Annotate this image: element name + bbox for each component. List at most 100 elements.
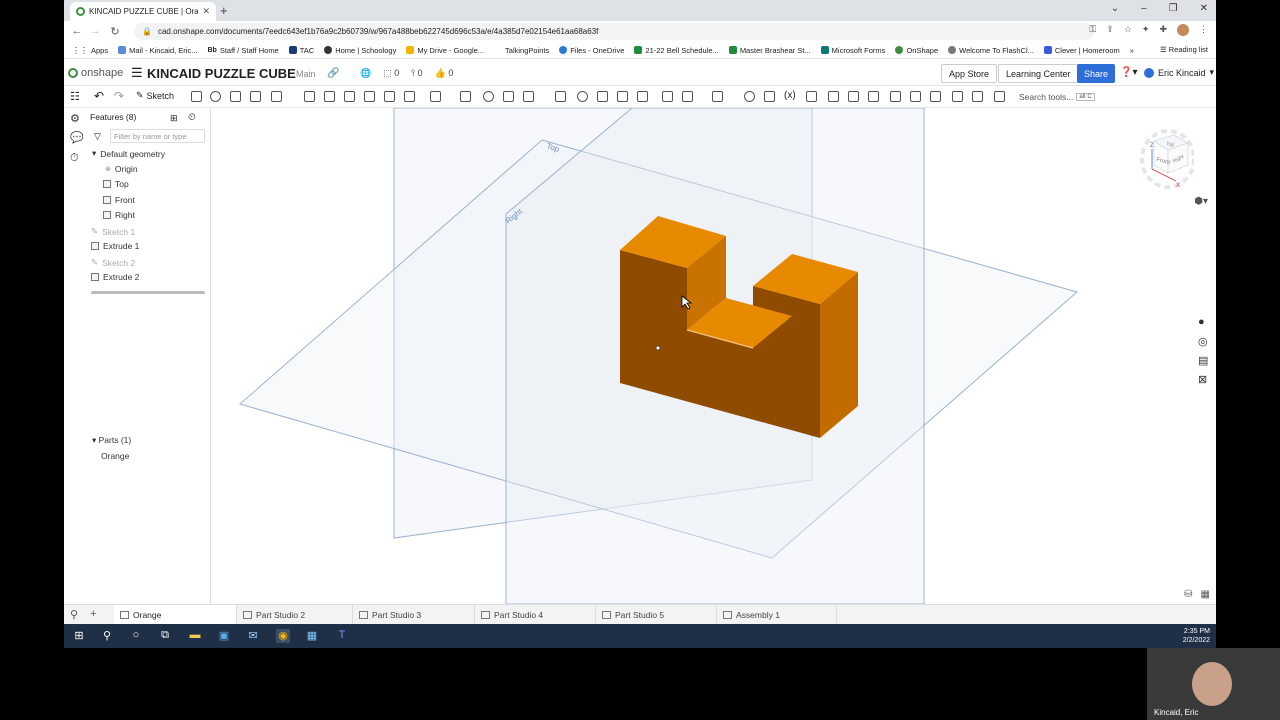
feature-sketch-1[interactable]: ✎ Sketch 1 — [91, 226, 135, 237]
tab-assembly-1[interactable]: Assembly 1 — [717, 605, 837, 625]
loft-tool-icon[interactable] — [250, 91, 261, 102]
thicken-tool-icon[interactable] — [271, 91, 282, 102]
shell-tool-icon[interactable] — [384, 91, 395, 102]
graphics-viewport[interactable]: Top Right Top Front Right Z X ⬢▾ ● ◎ ▤ ⊠… — [212, 108, 1216, 604]
chamfer-tool-icon[interactable] — [324, 91, 335, 102]
bookmark-staff[interactable]: Bb Staff / Staff Home — [207, 46, 278, 55]
insert-tab-icon[interactable]: + — [90, 608, 96, 621]
maximize-button[interactable]: ❐ — [1169, 3, 1178, 14]
search-icon[interactable]: ⚲ — [100, 629, 114, 643]
app-store-button[interactable]: App Store — [941, 64, 998, 83]
reload-icon[interactable]: ↻ — [106, 25, 124, 38]
windows-start-icon[interactable]: ⊞ — [72, 629, 86, 643]
bookmark-clever[interactable]: Clever | Homeroom — [1043, 46, 1120, 55]
system-clock[interactable]: 2:35 PM 2/2/2022 — [1183, 627, 1210, 645]
search-tools-input[interactable]: Search tools... alt C — [1019, 89, 1099, 105]
fit-spline-tool-icon[interactable] — [764, 91, 775, 102]
revolve-tool-icon[interactable] — [210, 91, 221, 102]
rollback-icon[interactable]: ⏲ — [188, 112, 196, 123]
sketch-button[interactable]: ✎ Sketch — [136, 90, 174, 101]
more-bookmarks-button[interactable]: » — [1130, 46, 1134, 55]
curve-tool-icon[interactable] — [712, 91, 723, 102]
feature-plane-right[interactable]: Right — [103, 210, 135, 220]
features-rail-icon[interactable]: ⚙ — [70, 112, 81, 125]
delete-part-tool-icon[interactable] — [555, 91, 566, 102]
minimize-button[interactable]: – — [1141, 3, 1147, 14]
feature-sketch-2[interactable]: ✎ Sketch 2 — [91, 257, 135, 268]
bookmark-master-brashear[interactable]: Master Brashear St... — [728, 46, 811, 55]
feature-plane-front[interactable]: Front — [103, 195, 135, 205]
browser-tab[interactable]: KINCAID PUZZLE CUBE | Orange ✕ — [70, 2, 216, 21]
document-title[interactable]: KINCAID PUZZLE CUBE — [147, 66, 296, 81]
task-view-icon[interactable]: ⧉ — [158, 629, 172, 643]
close-tab-icon[interactable]: ✕ — [202, 6, 210, 17]
sweep-tool-icon[interactable] — [230, 91, 241, 102]
bookmark-flashcl[interactable]: Welcome To FlashCl... — [948, 46, 1034, 55]
fillet-tool-icon[interactable] — [304, 91, 315, 102]
tab-orange[interactable]: Orange — [114, 605, 237, 625]
teams-icon[interactable]: T — [335, 629, 349, 643]
chrome-icon[interactable]: ◉ — [276, 629, 290, 643]
configuration-tool-icon[interactable] — [806, 91, 817, 102]
part-item-orange[interactable]: Orange — [101, 451, 129, 461]
hamburger-menu-icon[interactable]: ☰ — [131, 65, 143, 81]
view-cube[interactable]: Top Front Right Z X — [1138, 123, 1194, 193]
form-tool-icon[interactable] — [910, 91, 921, 102]
history-icon[interactable]: ⏱ — [70, 152, 81, 164]
bookmark-onedrive[interactable]: Files - OneDrive — [559, 46, 624, 55]
plane-tool-icon[interactable] — [662, 91, 673, 102]
feature-origin[interactable]: ⊛ Origin — [105, 164, 138, 174]
bend-tool-icon[interactable] — [890, 91, 901, 102]
redo-icon[interactable]: ↷ — [114, 89, 124, 103]
properties-panel-icon[interactable]: ▤ — [1198, 354, 1210, 367]
mirror-tool-icon[interactable] — [460, 91, 471, 102]
branches-count[interactable]: ⫯ 0 — [411, 68, 422, 79]
undo-icon[interactable]: ↶ — [94, 89, 104, 103]
appearance-panel-icon[interactable]: ● — [1198, 316, 1210, 328]
joint-tool-icon[interactable] — [930, 91, 941, 102]
pattern-tool-icon[interactable] — [430, 91, 441, 102]
store-icon[interactable]: ▣ — [217, 629, 231, 643]
hole-tool-icon[interactable] — [404, 91, 415, 102]
link-icon[interactable]: 🔗 — [327, 68, 339, 79]
learning-center-button[interactable]: Learning Center — [998, 64, 1079, 83]
mail-icon[interactable]: ✉ — [246, 629, 260, 643]
bookmark-onshape[interactable]: OnShape — [895, 46, 938, 55]
versions-count[interactable]: ⬚ 0 — [383, 68, 399, 79]
cortana-icon[interactable]: ○ — [129, 629, 143, 643]
split-tool-icon[interactable] — [503, 91, 514, 102]
profile-avatar[interactable] — [1177, 24, 1189, 36]
back-arrow-icon[interactable]: ← — [68, 25, 86, 37]
bookmark-forms[interactable]: Microsoft Forms — [820, 46, 885, 55]
feature-extrude-2[interactable]: Extrude 2 — [91, 272, 139, 282]
tab-search-icon[interactable]: ⌄ — [1111, 3, 1119, 14]
sheet-metal-tool-icon[interactable] — [828, 91, 839, 102]
transform-tool-icon[interactable] — [523, 91, 534, 102]
bookmark-apps[interactable]: ⋮⋮ Apps — [72, 46, 108, 55]
bookmark-talkingpoints[interactable]: TalkingPoints — [494, 46, 549, 55]
tab-tool-icon[interactable] — [868, 91, 879, 102]
key-icon[interactable]: ⚿ — [1089, 24, 1096, 36]
measure-icon[interactable]: ▦ — [1201, 589, 1210, 600]
corner-tool-icon[interactable] — [952, 91, 963, 102]
feature-extrude-1[interactable]: Extrude 1 — [91, 241, 139, 251]
feature-list-scrollbar[interactable] — [91, 291, 205, 294]
public-globe-icon[interactable]: 🌐 — [360, 68, 371, 79]
feature-list-toggle-icon[interactable]: ☷ — [70, 90, 80, 103]
tab-part-studio-5[interactable]: Part Studio 5 — [596, 605, 717, 625]
star-icon[interactable]: ☆ — [1124, 24, 1132, 36]
draft-tool-icon[interactable] — [344, 91, 355, 102]
flange-tool-icon[interactable] — [848, 91, 859, 102]
add-folder-icon[interactable]: ⊞ — [170, 113, 178, 124]
variable-tool-icon[interactable]: (x) — [784, 90, 796, 101]
boolean-tool-icon[interactable] — [483, 91, 494, 102]
share-button[interactable]: Share — [1077, 64, 1116, 83]
modify-fillet-tool-icon[interactable] — [577, 91, 588, 102]
puzzle-icon[interactable]: ✚ — [1159, 24, 1167, 36]
share-page-icon[interactable]: ⇪ — [1106, 24, 1114, 36]
bookmark-mail[interactable]: Mail - Kincaid, Eric... — [118, 46, 197, 55]
add-custom-feature-icon[interactable] — [994, 91, 1005, 102]
parts-header[interactable]: ▾ Parts (1) — [92, 435, 131, 446]
tab-part-studio-3[interactable]: Part Studio 3 — [353, 605, 475, 625]
help-icon[interactable]: ❓▾ — [1120, 67, 1137, 78]
